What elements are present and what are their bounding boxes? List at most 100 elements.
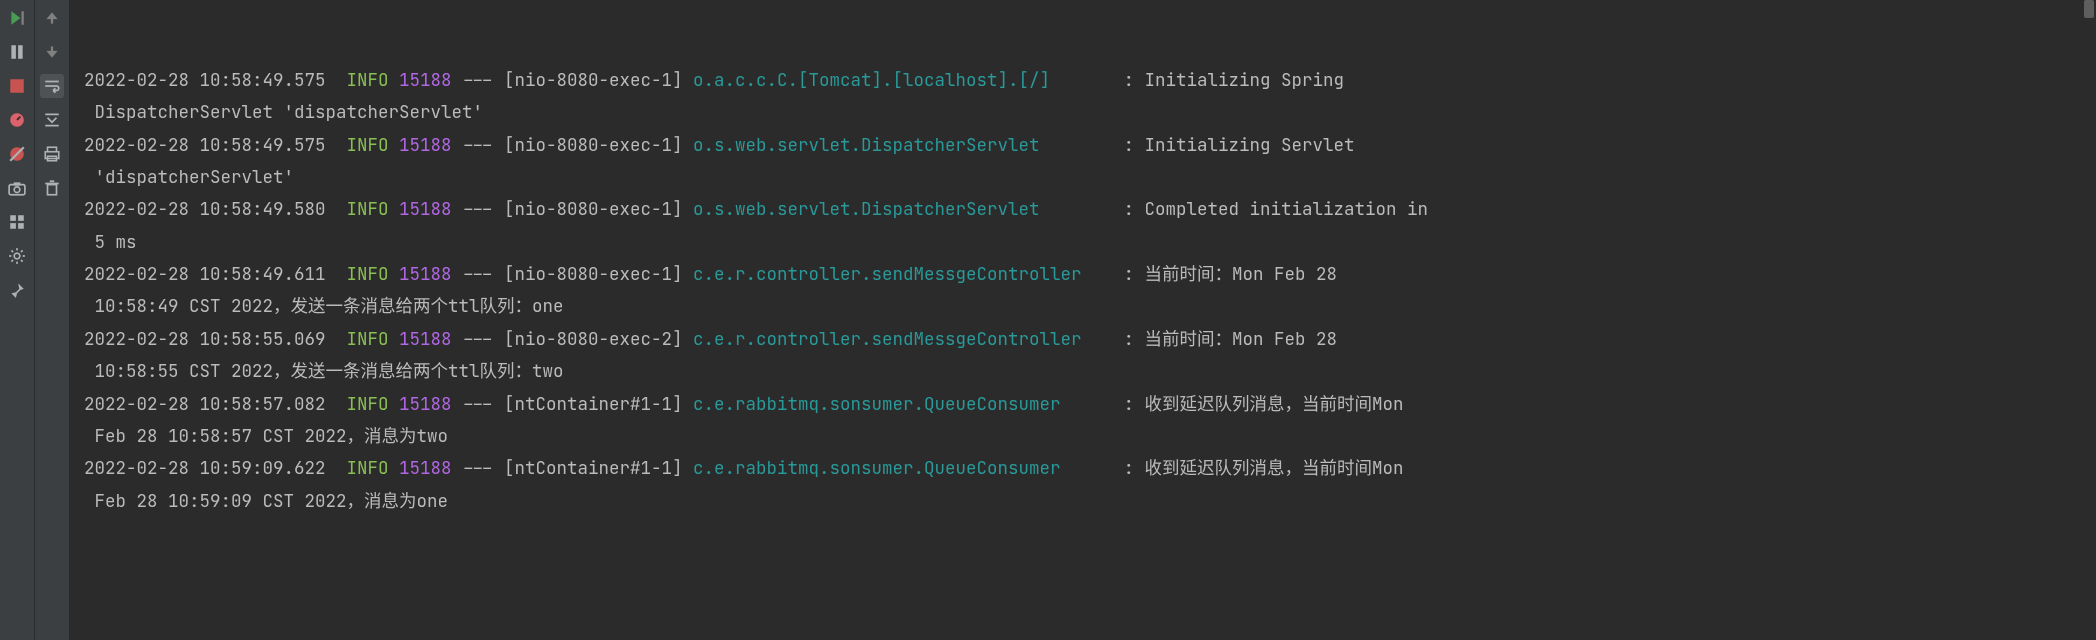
- log-thread: [nio-8080-exec-1]: [504, 263, 683, 286]
- log-thread: [ntContainer#1-1]: [504, 393, 683, 416]
- vertical-scrollbar[interactable]: [2084, 0, 2094, 640]
- log-separator: :: [1113, 198, 1145, 221]
- layout-icon: [8, 213, 26, 231]
- log-message-cont: 5 ms: [94, 231, 136, 254]
- log-line-continuation: DispatcherServlet 'dispatcherServlet': [84, 97, 2086, 129]
- log-separator: :: [1113, 134, 1145, 157]
- log-line: 2022-02-28 10:58:49.575 INFO 15188 --- […: [84, 130, 2086, 162]
- trash-icon: [43, 179, 61, 197]
- log-line: 2022-02-28 10:58:49.611 INFO 15188 --- […: [84, 259, 2086, 291]
- log-pid: 15188: [399, 263, 452, 286]
- pause-icon: [8, 43, 26, 61]
- log-level: INFO: [347, 263, 389, 286]
- log-level: INFO: [347, 457, 389, 480]
- log-line-continuation: Feb 28 10:59:09 CST 2022，消息为one: [84, 486, 2086, 518]
- print-icon: [43, 145, 61, 163]
- log-separator: :: [1113, 263, 1145, 286]
- log-level: INFO: [347, 69, 389, 92]
- log-level: INFO: [347, 134, 389, 157]
- log-thread: [nio-8080-exec-1]: [504, 69, 683, 92]
- layout-button[interactable]: [5, 210, 29, 234]
- log-level: INFO: [347, 328, 389, 351]
- run-toolbar-left: [0, 0, 35, 640]
- log-line-continuation: 5 ms: [84, 227, 2086, 259]
- log-level: INFO: [347, 393, 389, 416]
- log-line-continuation: Feb 28 10:58:57 CST 2022，消息为two: [84, 421, 2086, 453]
- scroll-end-button[interactable]: [40, 108, 64, 132]
- log-message-cont: 10:58:55 CST 2022，发送一条消息给两个ttl队列：two: [94, 360, 563, 383]
- log-line: 2022-02-28 10:58:49.575 INFO 15188 --- […: [84, 65, 2086, 97]
- camera-button[interactable]: [5, 176, 29, 200]
- log-pid: 15188: [399, 457, 452, 480]
- log-dash: ---: [462, 328, 494, 351]
- log-message-cont: Feb 28 10:59:09 CST 2022，消息为one: [94, 490, 448, 513]
- log-line: 2022-02-28 10:59:09.622 INFO 15188 --- […: [84, 453, 2086, 485]
- log-line: 2022-02-28 10:58:49.580 INFO 15188 --- […: [84, 194, 2086, 226]
- log-message-cont: DispatcherServlet 'dispatcherServlet': [94, 101, 483, 124]
- arrow-down-icon: [43, 43, 61, 61]
- log-message-cont: 'dispatcherServlet': [94, 166, 294, 189]
- run-toolbar-right: [35, 0, 70, 640]
- log-message: Initializing Spring: [1145, 69, 1345, 92]
- log-thread: [nio-8080-exec-1]: [504, 134, 683, 157]
- gauge-icon: [8, 111, 26, 129]
- log-class: o.s.web.servlet.DispatcherServlet: [693, 134, 1113, 157]
- log-pid: 15188: [399, 393, 452, 416]
- log-timestamp: 2022-02-28 10:58:49.611: [84, 263, 326, 286]
- play-bar-icon: [8, 9, 26, 27]
- pause-button[interactable]: [5, 40, 29, 64]
- stop-icon: [8, 77, 26, 95]
- resume-button[interactable]: [5, 6, 29, 30]
- breakpoint-muted-icon: [8, 145, 26, 163]
- log-timestamp: 2022-02-28 10:59:09.622: [84, 457, 326, 480]
- log-thread: [nio-8080-exec-2]: [504, 328, 683, 351]
- log-timestamp: 2022-02-28 10:58:55.069: [84, 328, 326, 351]
- console-log-pane[interactable]: 2022-02-28 10:58:49.575 INFO 15188 --- […: [70, 0, 2096, 640]
- log-thread: [nio-8080-exec-1]: [504, 198, 683, 221]
- log-line: 2022-02-28 10:58:57.082 INFO 15188 --- […: [84, 389, 2086, 421]
- gear-icon: [8, 247, 26, 265]
- log-dash: ---: [462, 393, 494, 416]
- log-thread: [ntContainer#1-1]: [504, 457, 683, 480]
- log-class: c.e.rabbitmq.sonsumer.QueueConsumer: [693, 393, 1113, 416]
- log-separator: :: [1113, 69, 1145, 92]
- log-separator: :: [1113, 457, 1145, 480]
- log-pid: 15188: [399, 134, 452, 157]
- settings-button[interactable]: [5, 244, 29, 268]
- log-class: c.e.rabbitmq.sonsumer.QueueConsumer: [693, 457, 1113, 480]
- log-separator: :: [1113, 393, 1145, 416]
- pin-icon: [8, 281, 26, 299]
- scrollbar-thumb[interactable]: [2084, 0, 2094, 18]
- log-line-continuation: 'dispatcherServlet': [84, 162, 2086, 194]
- log-message-cont: 10:58:49 CST 2022，发送一条消息给两个ttl队列：one: [94, 295, 563, 318]
- log-message: 当前时间：Mon Feb 28: [1145, 263, 1338, 286]
- log-dash: ---: [462, 457, 494, 480]
- log-message-cont: Feb 28 10:58:57 CST 2022，消息为two: [94, 425, 448, 448]
- pin-button[interactable]: [5, 278, 29, 302]
- log-dash: ---: [462, 198, 494, 221]
- log-message: 收到延迟队列消息，当前时间Mon: [1145, 393, 1404, 416]
- log-message: Completed initialization in: [1145, 198, 1429, 221]
- log-container: 2022-02-28 10:58:49.575 INFO 15188 --- […: [84, 65, 2086, 518]
- log-timestamp: 2022-02-28 10:58:49.575: [84, 134, 326, 157]
- log-pid: 15188: [399, 198, 452, 221]
- stop-button[interactable]: [5, 74, 29, 98]
- print-button[interactable]: [40, 142, 64, 166]
- profiler-button[interactable]: [5, 108, 29, 132]
- log-message: 当前时间：Mon Feb 28: [1145, 328, 1338, 351]
- log-dash: ---: [462, 263, 494, 286]
- log-separator: :: [1113, 328, 1145, 351]
- log-level: INFO: [347, 198, 389, 221]
- arrow-up-icon: [43, 9, 61, 27]
- log-line-continuation: 10:58:49 CST 2022，发送一条消息给两个ttl队列：one: [84, 291, 2086, 323]
- trash-button[interactable]: [40, 176, 64, 200]
- log-class: o.a.c.c.C.[Tomcat].[localhost].[/]: [693, 69, 1113, 92]
- mute-breakpoints-button[interactable]: [5, 142, 29, 166]
- down-button[interactable]: [40, 40, 64, 64]
- log-message: Initializing Servlet: [1145, 134, 1355, 157]
- up-button[interactable]: [40, 6, 64, 30]
- camera-icon: [8, 179, 26, 197]
- log-timestamp: 2022-02-28 10:58:49.575: [84, 69, 326, 92]
- log-line-continuation: 10:58:55 CST 2022，发送一条消息给两个ttl队列：two: [84, 356, 2086, 388]
- soft-wrap-button[interactable]: [40, 74, 64, 98]
